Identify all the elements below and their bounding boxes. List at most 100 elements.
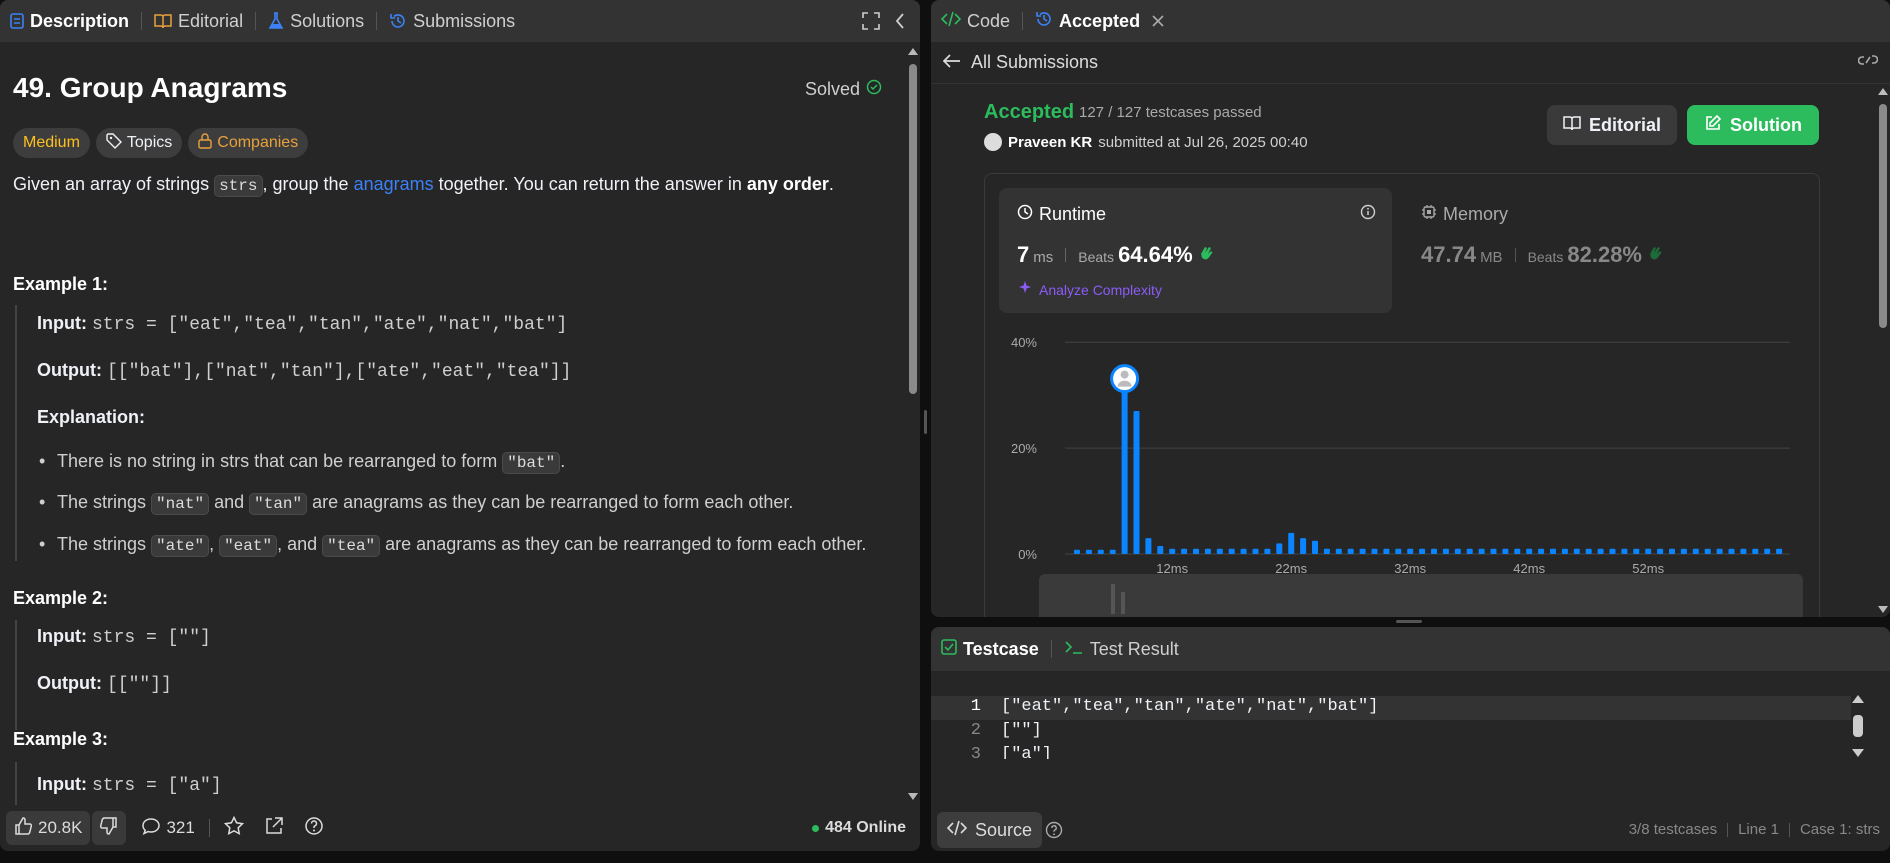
tab-description[interactable]: Description: [10, 0, 129, 42]
chart-bar: [1335, 548, 1342, 554]
submitter-name[interactable]: Praveen KR: [1008, 134, 1092, 151]
flask-icon: [268, 12, 284, 30]
chart-bar: [1597, 548, 1604, 554]
help-icon[interactable]: [304, 816, 324, 841]
divider: [1514, 248, 1516, 262]
memory-value: 47.74: [1421, 242, 1477, 267]
arrow-left-icon[interactable]: [942, 52, 961, 73]
explanation-item: The strings "nat" and "tan" are anagrams…: [39, 492, 793, 515]
beats-label: Beats: [1078, 249, 1115, 265]
close-icon[interactable]: [1152, 11, 1164, 32]
divider: [208, 819, 210, 837]
tab-editorial[interactable]: Editorial: [154, 0, 243, 42]
like-button[interactable]: 20.8K: [6, 811, 91, 845]
chart-bar: [1573, 548, 1580, 554]
example-3-block: Input: strs = ["a"]: [15, 762, 875, 805]
mini-bar: [1121, 592, 1125, 614]
scroll-down-arrow[interactable]: [1878, 606, 1888, 613]
collapse-icon[interactable]: [894, 12, 906, 35]
example-2-title: Example 2:: [13, 588, 109, 608]
editorial-button[interactable]: Editorial: [1547, 105, 1677, 145]
y-tick-label: 0%: [1018, 547, 1037, 562]
star-icon[interactable]: [223, 815, 244, 841]
topics-button[interactable]: Topics: [95, 128, 183, 158]
left-tab-bar: Description Editorial Solutions Submissi…: [0, 0, 920, 42]
memory-header: Memory: [1421, 204, 1508, 225]
chart-bar: [1740, 548, 1747, 554]
line-number: 3: [970, 745, 981, 759]
scroll-thumb[interactable]: [909, 64, 917, 394]
explanation-text: The strings: [57, 492, 152, 512]
testcase-editor[interactable]: 1 ["eat","tea","tan","ate","nat","bat"] …: [931, 697, 1861, 759]
tab-solutions[interactable]: Solutions: [268, 0, 364, 42]
testcase-scrollbar[interactable]: [1852, 695, 1864, 757]
dislike-button[interactable]: [92, 811, 127, 845]
tab-submissions-label: Submissions: [413, 10, 516, 31]
explanation-label: Explanation:: [37, 407, 146, 427]
chart-bar: [1454, 548, 1461, 554]
problem-panel: Description Editorial Solutions Submissi…: [0, 0, 920, 851]
tab-code[interactable]: Code: [940, 0, 1010, 42]
scroll-down-arrow[interactable]: [1852, 749, 1864, 757]
chart-bar: [1692, 548, 1699, 554]
thumbs-up-icon: [14, 816, 33, 840]
cursor-line: Line 1: [1738, 821, 1779, 838]
maximize-icon[interactable]: [862, 12, 880, 35]
runtime-card[interactable]: Runtime 7 ms Beats 64.64% Analyze Comple…: [999, 188, 1392, 313]
left-scrollbar[interactable]: [908, 48, 918, 800]
chart-bar: [1300, 538, 1307, 554]
scroll-thumb[interactable]: [1853, 715, 1863, 737]
vertical-resize-handle[interactable]: [924, 410, 927, 434]
horizontal-resize-handle[interactable]: [1396, 620, 1422, 623]
scroll-up-arrow[interactable]: [1878, 88, 1888, 95]
scroll-up-arrow[interactable]: [1852, 695, 1864, 703]
chart-bar: [1621, 548, 1628, 554]
example-3-title: Example 3:: [13, 729, 109, 749]
chart-bar: [1561, 548, 1568, 554]
comment-icon: [142, 817, 161, 840]
help-icon[interactable]: [1045, 821, 1063, 844]
left-footer: 20.8K 321 484 Online: [0, 805, 920, 851]
anagrams-link[interactable]: anagrams: [354, 174, 434, 194]
difficulty-badge: Medium: [13, 128, 90, 158]
tag-icon: [106, 132, 122, 154]
source-button[interactable]: Source: [937, 812, 1043, 848]
user-marker-head: [1120, 370, 1129, 379]
right-scrollbar[interactable]: [1878, 88, 1888, 613]
solution-button-label: Solution: [1730, 114, 1802, 135]
comments-button[interactable]: 321: [142, 817, 195, 840]
runtime-header: Runtime: [1017, 204, 1106, 225]
explanation-item: There is no string in strs that can be r…: [39, 451, 565, 474]
chart-range-slider[interactable]: [1039, 574, 1803, 617]
memory-card[interactable]: Memory 47.74 MB Beats 82.28%: [1421, 188, 1801, 313]
chart-bar: [1097, 549, 1104, 554]
input-label: Input:: [37, 313, 87, 333]
divider: [1727, 822, 1729, 837]
chart-bar: [1085, 549, 1092, 554]
solution-button[interactable]: Solution: [1687, 105, 1819, 145]
chart-bar: [1323, 548, 1330, 554]
tab-test-result[interactable]: Test Result: [1064, 627, 1179, 671]
tab-accepted[interactable]: Accepted: [1035, 0, 1164, 42]
scroll-up-arrow[interactable]: [908, 48, 918, 55]
analyze-complexity-button[interactable]: Analyze Complexity: [1017, 280, 1162, 299]
tab-test-result-label: Test Result: [1089, 638, 1179, 659]
desc-text: Given an array of strings: [13, 174, 215, 194]
share-icon[interactable]: [264, 816, 284, 841]
chart-bar: [1526, 548, 1533, 554]
testcase-tab-bar: Testcase Test Result: [931, 627, 1890, 671]
tab-solutions-label: Solutions: [290, 10, 365, 31]
info-icon[interactable]: [1360, 204, 1376, 225]
scroll-down-arrow[interactable]: [908, 793, 918, 800]
link-icon[interactable]: [1857, 52, 1879, 73]
runtime-unit: ms: [1033, 249, 1054, 266]
all-submissions-link[interactable]: All Submissions: [971, 52, 1098, 73]
chart-bar: [1478, 548, 1485, 554]
testcase-panel: Testcase Test Result 1 ["eat","tea","tan…: [931, 627, 1890, 851]
tab-testcase[interactable]: Testcase: [941, 627, 1039, 671]
companies-button[interactable]: Companies: [188, 128, 309, 158]
chart-bar: [1216, 548, 1223, 554]
tab-submissions[interactable]: Submissions: [389, 0, 515, 42]
example-2-input: strs = [""]: [92, 628, 211, 648]
scroll-thumb[interactable]: [1879, 104, 1887, 328]
